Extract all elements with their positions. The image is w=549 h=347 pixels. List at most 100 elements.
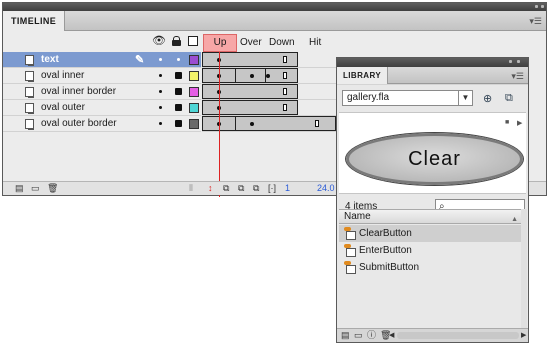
library-toolbar: ▤ ▭ ⓘ 🗑 ◀ ▶ <box>337 328 528 342</box>
library-item[interactable]: EnterButton <box>339 242 522 259</box>
close-grip-icon[interactable] <box>517 60 520 63</box>
lock-icon[interactable] <box>175 88 182 95</box>
layer-icon <box>25 55 34 66</box>
outline-color-swatch[interactable] <box>189 119 199 129</box>
playhead[interactable] <box>219 52 220 197</box>
horizontal-scrollbar[interactable] <box>397 332 519 339</box>
layer-row-text[interactable]: text ✎ <box>3 52 201 68</box>
frame-label-hit[interactable]: Hit <box>309 34 321 52</box>
collapse-grip-icon[interactable] <box>509 60 512 63</box>
layer-list: text ✎ oval inner oval inner border oval… <box>3 52 201 132</box>
new-layer-icon[interactable]: ▤ <box>15 184 24 193</box>
onion-outline-icon[interactable]: ⧉ <box>238 184 244 193</box>
library-item[interactable]: ClearButton <box>339 225 522 242</box>
outline-all-icon[interactable] <box>188 36 198 49</box>
center-frame-icon[interactable]: ↕ <box>208 184 213 193</box>
layer-row-oval-outer-border[interactable]: oval outer border <box>3 116 201 132</box>
panel-drag-strip[interactable] <box>337 58 528 67</box>
frame-row[interactable] <box>202 116 336 132</box>
preview-button-graphic: Clear <box>346 133 523 185</box>
eye-icon[interactable]: 👁 <box>152 36 166 47</box>
panel-menu-icon[interactable]: ▾☰ <box>529 16 542 27</box>
visibility-dot[interactable] <box>159 106 162 109</box>
vertical-scrollbar[interactable] <box>521 209 527 340</box>
lock-dot[interactable] <box>177 58 180 61</box>
keyframe[interactable] <box>266 74 270 78</box>
end-frame[interactable] <box>283 72 287 79</box>
onion-markers-icon[interactable]: [·] <box>268 184 276 193</box>
outline-color-swatch[interactable] <box>189 103 199 113</box>
delete-layer-icon[interactable]: 🗑 <box>47 184 58 193</box>
library-body: gallery.fla ▼ ⊕ ⧉ ■ ▶ Clear 4 items ⌕ Na… <box>337 85 528 342</box>
document-select[interactable]: gallery.fla ▼ <box>342 90 473 106</box>
visibility-dot[interactable] <box>159 90 162 93</box>
edit-multiple-frames-icon[interactable]: ⧉ <box>253 184 259 193</box>
library-item[interactable]: SubmitButton <box>339 259 522 276</box>
lock-icon[interactable] <box>175 120 182 127</box>
frame-rate: 24.0 <box>317 183 335 193</box>
frame-label-down[interactable]: Down <box>269 34 295 52</box>
column-label: Name <box>344 211 371 222</box>
layer-name: oval inner border <box>41 86 117 97</box>
frame-row[interactable] <box>202 52 336 68</box>
scroll-left-icon[interactable]: ◀ <box>389 331 394 339</box>
layer-name: oval outer <box>41 102 85 113</box>
button-symbol-icon <box>344 227 356 240</box>
frame-label-up[interactable]: Up <box>203 34 237 52</box>
lock-icon[interactable] <box>175 104 182 111</box>
new-folder-icon[interactable]: ▭ <box>354 331 363 340</box>
end-frame[interactable] <box>283 88 287 95</box>
layer-icon <box>25 71 34 82</box>
frame-row[interactable] <box>202 68 336 84</box>
panel-drag-strip[interactable] <box>3 3 546 11</box>
lock-all-icon[interactable] <box>172 36 181 49</box>
keyframe[interactable] <box>250 74 254 78</box>
layer-icon <box>25 119 34 130</box>
visibility-dot[interactable] <box>159 74 162 77</box>
layer-row-oval-outer[interactable]: oval outer <box>3 100 201 116</box>
pin-library-icon[interactable]: ⊕ <box>483 92 492 105</box>
scroll-right-icon[interactable]: ▶ <box>521 331 526 339</box>
new-folder-icon[interactable]: ▭ <box>31 184 40 193</box>
library-item-name: EnterButton <box>359 245 412 256</box>
new-library-panel-icon[interactable]: ⧉ <box>505 92 513 105</box>
outline-color-swatch[interactable] <box>189 87 199 97</box>
outline-color-swatch[interactable] <box>189 71 199 81</box>
end-frame[interactable] <box>283 56 287 63</box>
layer-header: 👁 <box>3 32 201 52</box>
layer-row-oval-inner[interactable]: oval inner <box>3 68 201 84</box>
close-grip-icon[interactable] <box>541 5 544 8</box>
frames-grid[interactable] <box>202 52 336 132</box>
timeline-tab[interactable]: TIMELINE <box>3 11 66 31</box>
end-frame[interactable] <box>283 104 287 111</box>
layer-row-oval-inner-border[interactable]: oval inner border <box>3 84 201 100</box>
chevron-down-icon[interactable]: ▼ <box>458 91 472 105</box>
visibility-dot[interactable] <box>159 122 162 125</box>
stop-icon[interactable]: ■ <box>505 119 509 126</box>
current-frame: 1 <box>285 183 291 193</box>
panel-menu-icon[interactable]: ▾☰ <box>511 71 524 82</box>
library-item-name: ClearButton <box>359 228 412 239</box>
library-tab[interactable]: LIBRARY <box>337 67 389 84</box>
play-icon[interactable]: ▶ <box>517 119 522 127</box>
outline-color-swatch[interactable] <box>189 55 199 65</box>
onion-skin-icon[interactable]: ⧉ <box>223 184 229 193</box>
visibility-dot[interactable] <box>159 58 162 61</box>
symbol-preview: ■ ▶ Clear <box>339 112 526 194</box>
collapse-grip-icon[interactable] <box>535 5 538 8</box>
new-symbol-icon[interactable]: ▤ <box>341 331 350 340</box>
button-symbol-icon <box>344 244 356 257</box>
properties-icon[interactable]: ⓘ <box>367 331 376 340</box>
document-name: gallery.fla <box>347 92 390 103</box>
frame-row[interactable] <box>202 84 336 100</box>
frame-row[interactable] <box>202 100 336 116</box>
end-frame[interactable] <box>315 120 319 127</box>
frame-label-over[interactable]: Over <box>240 34 262 52</box>
library-item-name: SubmitButton <box>359 262 420 273</box>
library-panel: ▾☰ LIBRARY gallery.fla ▼ ⊕ ⧉ ■ ▶ Clear 4… <box>336 57 529 343</box>
name-column-header[interactable]: Name ▲ <box>339 209 522 224</box>
lock-icon[interactable] <box>175 72 182 79</box>
splitter-grip-icon[interactable]: ⦀ <box>189 184 193 193</box>
keyframe[interactable] <box>250 122 254 126</box>
button-symbol-icon <box>344 261 356 274</box>
